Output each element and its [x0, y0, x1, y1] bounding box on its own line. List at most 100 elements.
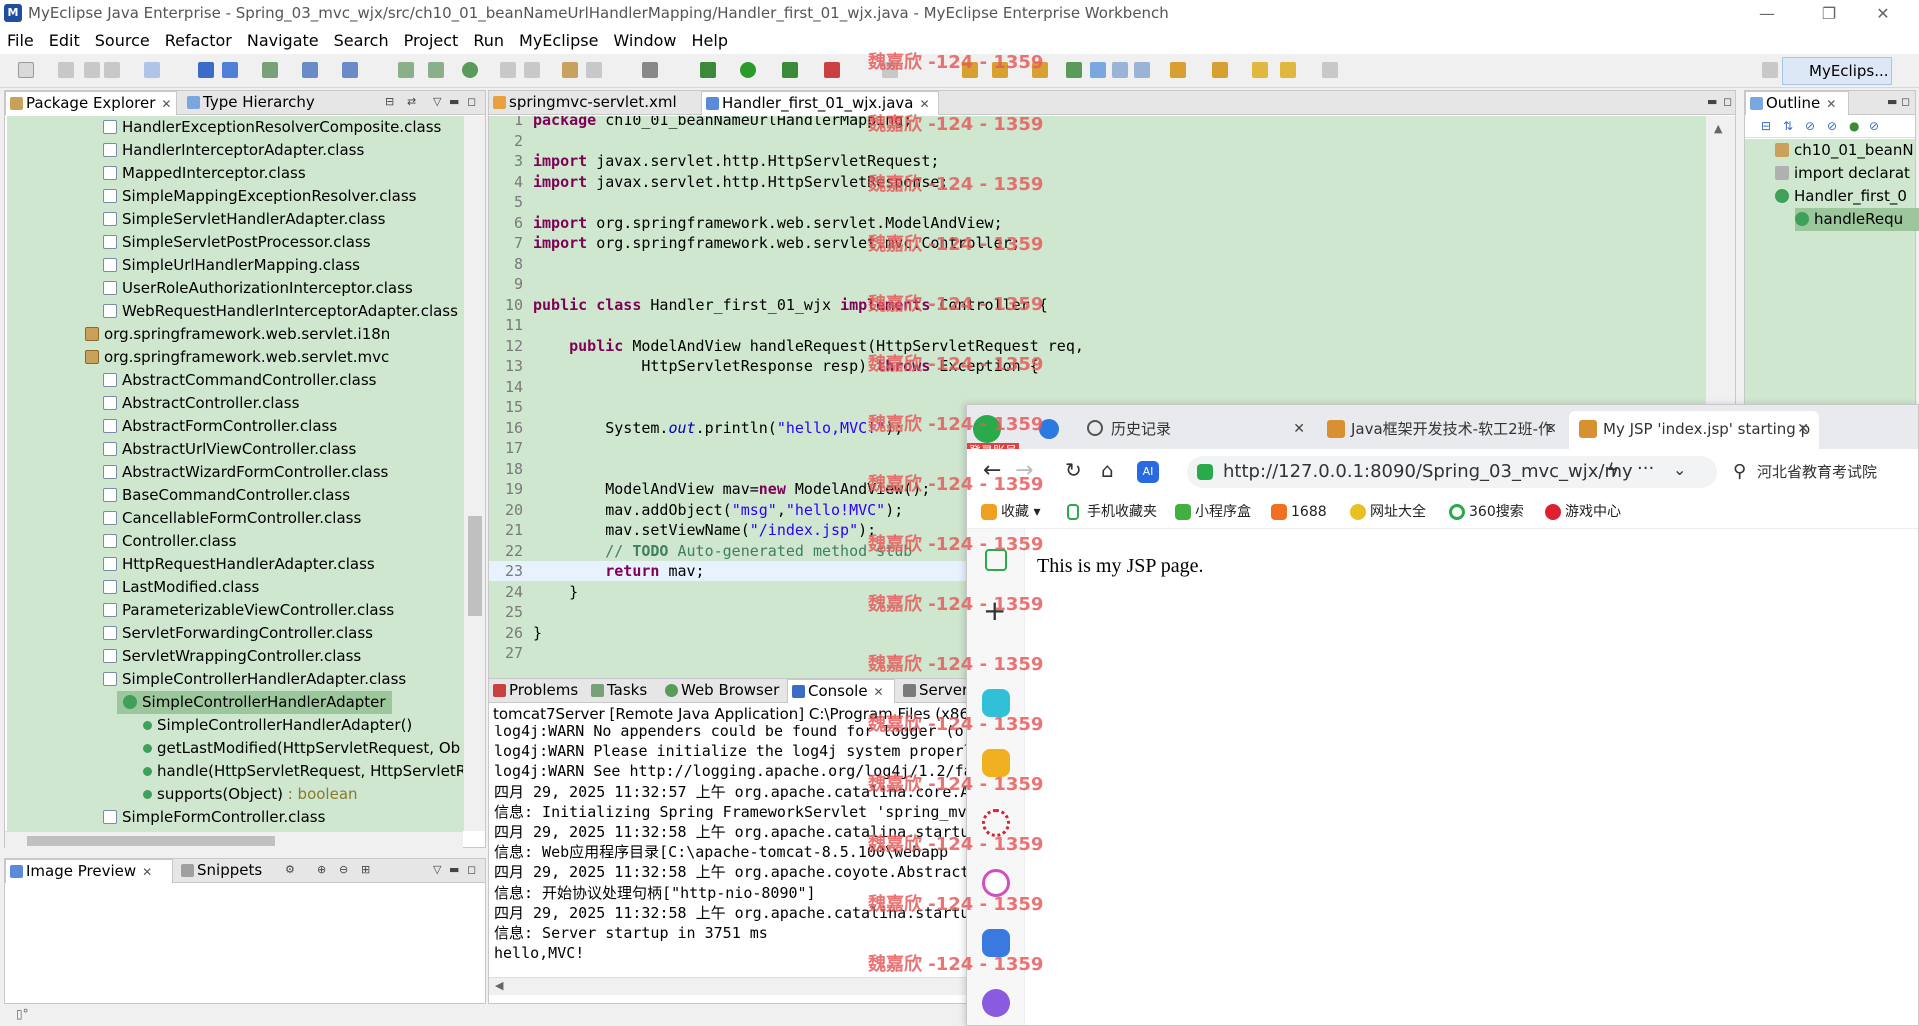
menu-window[interactable]: Window	[606, 28, 684, 50]
scroll-thumb[interactable]	[468, 516, 482, 616]
task-icon[interactable]	[562, 62, 578, 78]
tree-item[interactable]: supports(Object) : boolean	[7, 783, 358, 806]
back-icon[interactable]	[500, 62, 516, 78]
sidebar-ai-chat-icon[interactable]	[982, 869, 1010, 897]
scroll-thumb[interactable]	[27, 836, 275, 846]
sidebar-assistant-icon[interactable]	[982, 989, 1010, 1017]
tree-item[interactable]: AbstractFormController.class	[7, 415, 337, 438]
package-vertical-scrollbar[interactable]	[463, 116, 485, 831]
outline-item[interactable]: import declarat	[1775, 162, 1910, 185]
server-icon[interactable]	[262, 62, 278, 78]
search-tool-icon[interactable]	[586, 62, 602, 78]
tab-tasks[interactable]: Tasks	[587, 679, 659, 703]
minimize-view-icon[interactable]: ▬	[449, 863, 459, 876]
annotation-icon[interactable]	[1066, 62, 1082, 78]
tree-item[interactable]: UserRoleAuthorizationInterceptor.class	[7, 277, 413, 300]
restore-button[interactable]: ❐	[1806, 0, 1852, 28]
mark-occurrences-icon[interactable]	[1090, 62, 1106, 78]
block-select-icon[interactable]	[1112, 62, 1128, 78]
next-annotation-icon[interactable]	[1170, 62, 1186, 78]
sidebar-ai-icon[interactable]	[982, 929, 1010, 957]
view-menu-icon[interactable]: ▽	[433, 95, 441, 108]
sidebar-add-icon[interactable]: +	[983, 597, 1006, 625]
pin-icon[interactable]: ⚙	[285, 863, 295, 876]
code-line[interactable]: 10 public class Handler_first_01_wjx impl…	[489, 295, 1707, 315]
tab-console[interactable]: Console ✕	[787, 679, 895, 703]
tree-item[interactable]: CancellableFormController.class	[7, 507, 361, 530]
bookmark-miniapp[interactable]: 小程序盒	[1175, 495, 1251, 529]
tree-item[interactable]: SimpleServletPostProcessor.class	[7, 231, 371, 254]
bookmark-mobile[interactable]: 手机收藏夹	[1067, 495, 1157, 529]
code-line[interactable]: 3 import javax.servlet.http.HttpServletRe…	[489, 151, 1707, 171]
tree-item[interactable]: org.springframework.web.servlet.i18n	[7, 323, 390, 346]
menu-source[interactable]: Source	[88, 28, 158, 50]
minimize-view-icon[interactable]: ▬	[1887, 95, 1897, 108]
code-line[interactable]: 13 HttpServletResponse resp) throws Exce…	[489, 356, 1707, 376]
close-button[interactable]: ✕	[1860, 0, 1906, 28]
bookmark-games[interactable]: 游戏中心	[1545, 495, 1621, 529]
save-icon[interactable]	[58, 62, 74, 78]
tree-item[interactable]: AbstractWizardFormController.class	[7, 461, 388, 484]
hide-nonpublic-icon[interactable]: ●	[1849, 119, 1859, 133]
menu-file[interactable]: File	[0, 28, 42, 50]
menu-help[interactable]: Help	[685, 28, 736, 50]
explorer-icon[interactable]	[428, 62, 444, 78]
code-line[interactable]: 8	[489, 254, 1707, 274]
maximize-view-icon[interactable]: ◻	[467, 95, 476, 108]
outline-item[interactable]: Handler_first_0	[1775, 185, 1907, 208]
last-edit-icon[interactable]	[1252, 62, 1268, 78]
prev-annotation-icon[interactable]	[1212, 62, 1228, 78]
tree-item[interactable]: SimpleUrlHandlerMapping.class	[7, 254, 360, 277]
tree-item[interactable]: SimpleControllerHandlerAdapter.class	[7, 668, 406, 691]
tab-package-explorer[interactable]: Package Explorer ✕	[5, 91, 177, 115]
print-icon[interactable]	[104, 62, 120, 78]
tree-item[interactable]: org.springframework.web.servlet.mvc	[7, 346, 389, 369]
sidebar-home-icon[interactable]	[985, 549, 1007, 571]
tree-item[interactable]: SimpleControllerHandlerAdapter()	[7, 714, 412, 737]
maximize-view-icon[interactable]: ◻	[467, 863, 476, 876]
tree-item[interactable]: AbstractUrlViewController.class	[7, 438, 356, 461]
reload-icon[interactable]: ↻	[1065, 458, 1082, 482]
perspective-myeclipse[interactable]: MyEclips...	[1782, 57, 1892, 85]
nav-back-icon[interactable]	[1280, 62, 1296, 78]
close-icon[interactable]: ✕	[919, 97, 929, 111]
zoom-out-icon[interactable]: ⊖	[339, 863, 348, 876]
coverage-icon[interactable]	[782, 62, 798, 78]
tree-item[interactable]: ServletForwardingController.class	[7, 622, 373, 645]
menu-edit[interactable]: Edit	[42, 28, 88, 50]
zoom-fit-icon[interactable]: ⊞	[361, 863, 370, 876]
save-all-icon[interactable]	[84, 62, 100, 78]
tab-problems[interactable]: Problems	[489, 679, 585, 703]
chevron-down-icon[interactable]: ⌄	[1673, 460, 1686, 479]
link-editor-icon[interactable]: ⇄	[407, 95, 416, 108]
globe-icon[interactable]	[462, 62, 478, 78]
home-icon[interactable]: ⌂	[1101, 458, 1114, 482]
send-icon[interactable]	[1039, 419, 1059, 439]
close-icon[interactable]: ✕	[874, 685, 884, 699]
view-menu-icon[interactable]: ▽	[433, 863, 441, 876]
tree-item[interactable]: ServletWrappingController.class	[7, 645, 361, 668]
sidebar-app-icon[interactable]	[982, 809, 1010, 837]
folder-icon[interactable]	[1032, 62, 1048, 78]
new-icon[interactable]	[18, 62, 34, 78]
open-resource-icon[interactable]	[222, 62, 238, 78]
bookmark-sites[interactable]: 网址大全	[1350, 495, 1426, 529]
deploy-icon[interactable]	[302, 62, 318, 78]
code-line[interactable]: 5	[489, 192, 1707, 212]
collapse-all-icon[interactable]: ⊟	[385, 95, 394, 108]
new-project-icon[interactable]	[144, 62, 160, 78]
tab-image-preview[interactable]: Image Preview ✕	[5, 859, 173, 883]
forward-icon[interactable]	[524, 62, 540, 78]
close-icon[interactable]: ✕	[1293, 411, 1305, 447]
tree-item[interactable]: HttpRequestHandlerAdapter.class	[7, 553, 375, 576]
outline-item[interactable]: handleRequ	[1795, 208, 1919, 231]
code-line[interactable]: 14	[489, 377, 1707, 397]
open-perspective-icon[interactable]	[1762, 62, 1778, 78]
menu-search[interactable]: Search	[327, 28, 397, 50]
tree-item[interactable]: HandlerInterceptorAdapter.class	[7, 139, 364, 162]
tree-item[interactable]: SimpleServletHandlerAdapter.class	[7, 208, 386, 231]
code-line[interactable]: 2	[489, 131, 1707, 151]
toggle-icon[interactable]	[882, 62, 898, 78]
minimize-view-icon[interactable]: ▬	[1707, 95, 1717, 108]
browser-tab-course[interactable]: Java框架开发技术-软工2班-作 ✕	[1317, 411, 1567, 449]
